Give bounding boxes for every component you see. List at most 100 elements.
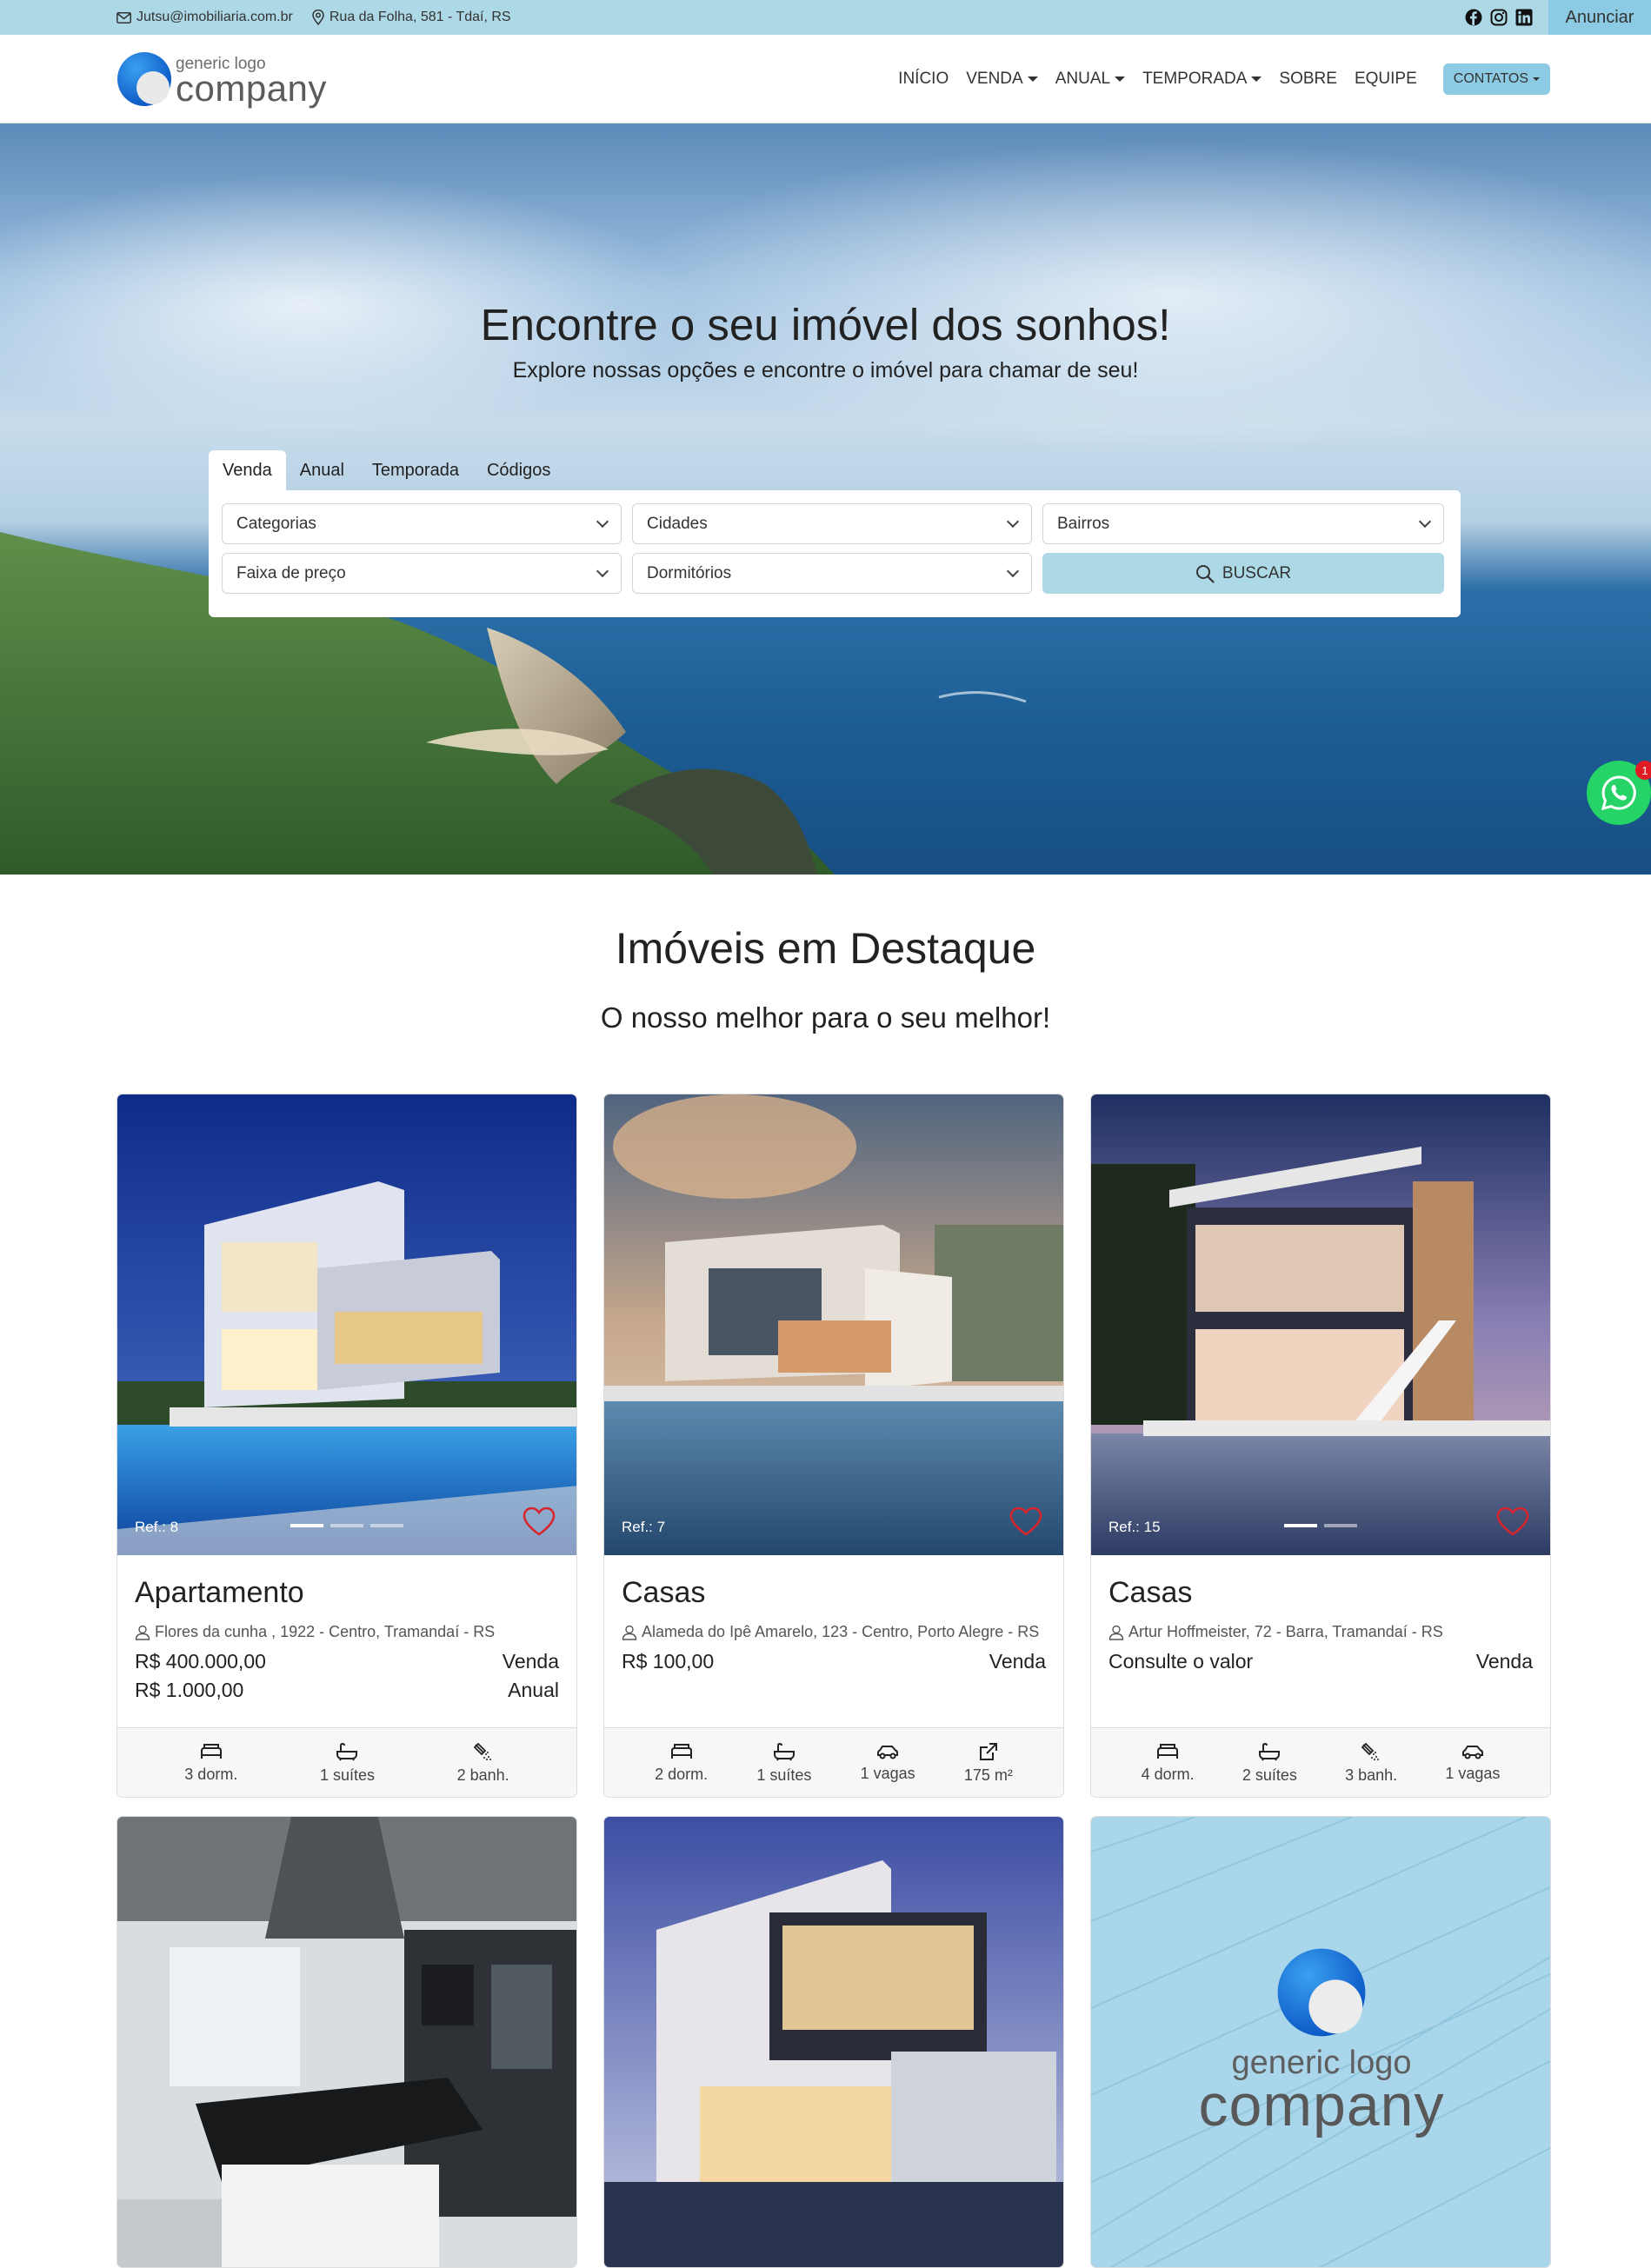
- property-price: R$ 400.000,00: [135, 1650, 266, 1673]
- property-address: Artur Hoffmeister, 72 - Barra, Tramandaí…: [1128, 1623, 1443, 1640]
- search-tabs: Venda Anual Temporada Códigos: [209, 450, 564, 490]
- buscar-button[interactable]: BUSCAR: [1042, 553, 1444, 594]
- instagram-icon[interactable]: [1490, 9, 1508, 26]
- feature-parking: 1 vagas: [861, 1744, 915, 1783]
- navbar: generic logo company INÍCIO VENDA ANUAL …: [0, 35, 1651, 123]
- property-address: Flores da cunha , 1922 - Centro, Tramand…: [155, 1623, 496, 1640]
- chevron-down-icon: [596, 564, 609, 578]
- tab-venda[interactable]: Venda: [209, 450, 286, 490]
- map-pin-icon: [312, 10, 324, 25]
- facebook-icon[interactable]: [1465, 9, 1482, 26]
- nav-venda[interactable]: VENDA: [966, 70, 1038, 89]
- area-icon: [979, 1742, 998, 1761]
- carousel-dot[interactable]: [330, 1524, 363, 1527]
- tab-temporada[interactable]: Temporada: [358, 450, 473, 490]
- bairros-select[interactable]: Bairros: [1042, 503, 1444, 544]
- bed-icon: [200, 1743, 223, 1760]
- property-grid: Ref.: 8 Apartamento Flores da cunha , 19…: [117, 1094, 1552, 2268]
- tab-anual[interactable]: Anual: [286, 450, 358, 490]
- chevron-down-icon: [596, 515, 609, 529]
- featured-subtitle: O nosso melhor para o seu melhor!: [600, 1001, 1051, 1034]
- notification-badge: 1: [1635, 761, 1651, 780]
- property-photo-image: [117, 1817, 576, 2267]
- contatos-dropdown[interactable]: CONTATOS: [1442, 63, 1550, 95]
- envelope-icon: [117, 11, 131, 23]
- property-address: Alameda do Ipê Amarelo, 123 - Centro, Po…: [642, 1623, 1040, 1640]
- price-mode: Venda: [1475, 1650, 1533, 1673]
- carousel-dot[interactable]: [1284, 1524, 1317, 1527]
- tab-codigos[interactable]: Códigos: [473, 450, 564, 490]
- property-photo[interactable]: Ref.: 15: [1091, 1094, 1550, 1555]
- placeholder-photo[interactable]: generic logo company: [1091, 1817, 1550, 2267]
- categorias-select[interactable]: Categorias: [222, 503, 622, 544]
- carousel-indicators: [1091, 1524, 1550, 1527]
- caret-down-icon: [1251, 76, 1262, 82]
- bathtub-icon: [1258, 1742, 1281, 1761]
- property-photo[interactable]: [604, 1817, 1063, 2267]
- feature-parking: 1 vagas: [1445, 1744, 1500, 1783]
- bathtub-icon: [336, 1742, 358, 1761]
- property-card[interactable]: Ref.: 8 Apartamento Flores da cunha , 19…: [117, 1094, 577, 1798]
- feature-bathrooms: 2 banh.: [457, 1742, 509, 1785]
- whatsapp-button[interactable]: 1: [1587, 761, 1651, 825]
- property-features: 2 dorm. 1 suítes 1 vagas 175 m²: [604, 1727, 1063, 1797]
- property-type: Casas: [622, 1576, 706, 1609]
- property-features: 3 dorm. 1 suítes 2 banh.: [117, 1727, 576, 1797]
- nav-temporada[interactable]: TEMPORADA: [1142, 70, 1262, 89]
- linkedin-icon[interactable]: [1515, 9, 1533, 26]
- property-ref: Ref.: 7: [622, 1519, 666, 1535]
- cidades-select[interactable]: Cidades: [632, 503, 1032, 544]
- nav-equipe[interactable]: EQUIPE: [1355, 70, 1417, 89]
- car-icon: [1461, 1744, 1485, 1759]
- property-ref: Ref.: 15: [1108, 1519, 1161, 1535]
- property-ref: Ref.: 8: [135, 1519, 179, 1535]
- bathtub-icon: [773, 1742, 796, 1761]
- property-card[interactable]: Ref.: 7 Casas Alameda do Ipê Amarelo, 12…: [603, 1094, 1064, 1798]
- faixa-preco-select[interactable]: Faixa de preço: [222, 553, 622, 594]
- nav-anual[interactable]: ANUAL: [1055, 70, 1126, 89]
- shower-icon: [473, 1742, 494, 1761]
- property-photo-image: [604, 1094, 1063, 1555]
- property-card[interactable]: [117, 1816, 577, 2268]
- contact-email[interactable]: Jutsu@imobiliaria.com.br: [117, 10, 293, 25]
- property-card[interactable]: [603, 1816, 1064, 2268]
- heart-icon[interactable]: [523, 1506, 556, 1536]
- logo-big-text: company: [176, 67, 327, 109]
- property-card[interactable]: Ref.: 15 Casas Artur Hoffmeister, 72 - B…: [1090, 1094, 1551, 1798]
- property-photo-image: [117, 1094, 576, 1555]
- property-type: Apartamento: [135, 1576, 304, 1609]
- feature-bedrooms: 4 dorm.: [1142, 1743, 1195, 1784]
- car-icon: [875, 1744, 900, 1759]
- property-price: Consulte o valor: [1108, 1650, 1254, 1673]
- search-icon: [1195, 564, 1215, 583]
- feature-bathrooms: 3 banh.: [1345, 1742, 1397, 1785]
- price-mode: Venda: [989, 1650, 1046, 1673]
- hero-subtitle: Explore nossas opções e encontre o imóve…: [512, 358, 1139, 382]
- carousel-dot[interactable]: [290, 1524, 323, 1527]
- dormitorios-select[interactable]: Dormitórios: [632, 553, 1032, 594]
- nav-inicio[interactable]: INÍCIO: [898, 70, 949, 89]
- logo-big-text: company: [1198, 2072, 1445, 2138]
- heart-icon[interactable]: [1009, 1506, 1042, 1536]
- logo-circle-icon: [1276, 1947, 1367, 2038]
- property-card[interactable]: generic logo company: [1090, 1816, 1551, 2268]
- feature-area: 175 m²: [964, 1742, 1013, 1785]
- chevron-down-icon: [1006, 564, 1020, 578]
- company-logo[interactable]: generic logo company: [117, 51, 327, 107]
- search-form: Categorias Cidades Bairros Faixa de preç…: [209, 490, 1461, 617]
- whatsapp-icon: [1600, 774, 1638, 812]
- feature-suites: 1 suítes: [320, 1742, 375, 1785]
- property-photo[interactable]: [117, 1817, 576, 2267]
- carousel-dot[interactable]: [370, 1524, 403, 1527]
- nav-sobre[interactable]: SOBRE: [1279, 70, 1337, 89]
- anunciar-button[interactable]: Anunciar: [1548, 0, 1651, 35]
- shower-icon: [1361, 1742, 1381, 1761]
- heart-icon[interactable]: [1496, 1506, 1529, 1536]
- contact-address[interactable]: Rua da Folha, 581 - Tdaí, RS: [312, 10, 511, 25]
- hero-banner: Encontre o seu imóvel dos sonhos! Explor…: [0, 123, 1651, 875]
- property-photo-image: [1091, 1094, 1550, 1555]
- property-photo[interactable]: Ref.: 8: [117, 1094, 576, 1555]
- feature-suites: 1 suítes: [756, 1742, 811, 1785]
- property-photo[interactable]: Ref.: 7: [604, 1094, 1063, 1555]
- carousel-dot[interactable]: [1324, 1524, 1357, 1527]
